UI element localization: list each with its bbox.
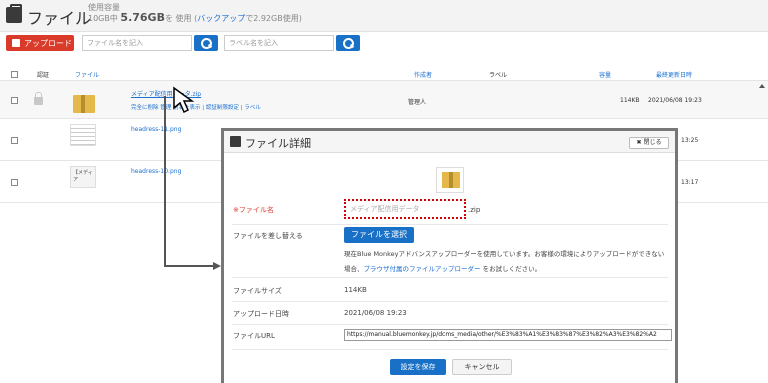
file-thumbnail[interactable]: 【メディア	[70, 166, 96, 188]
updated-cell: 13:25	[681, 137, 699, 144]
uploader-note: 現在Blue Monkeyアドバンスアップローダーを使用しています。お客様の環境…	[344, 247, 669, 277]
updated-cell: 2021/06/08 19:23	[648, 97, 702, 104]
file-detail-modal: ファイル詳細 ✖ 閉じる ※ファイル名 メディア配信用データ .zip ファイル…	[221, 128, 678, 383]
zip-folder-icon[interactable]	[73, 95, 95, 113]
row-checkbox[interactable]	[11, 137, 18, 144]
creator-cell: 管理人	[408, 99, 427, 106]
filename-search-input[interactable]: ファイル名を記入	[82, 35, 192, 51]
select-all-checkbox[interactable]	[11, 71, 18, 78]
label-search-button[interactable]	[336, 35, 360, 51]
divider	[232, 301, 668, 302]
modal-title: ファイル詳細	[245, 137, 311, 150]
browser-uploader-link[interactable]: ブラウザ付属のファイルアップローダー	[364, 265, 481, 273]
modal-header: ファイル詳細 ✖ 閉じる	[224, 131, 675, 153]
col-updated[interactable]: 最終更新日時	[656, 70, 692, 79]
size-cell: 114KB	[620, 97, 640, 104]
upload-label: アップロード	[24, 38, 72, 48]
file-thumbnail[interactable]	[70, 124, 96, 146]
col-file[interactable]: ファイル	[75, 70, 99, 79]
zip-folder-icon	[436, 167, 464, 193]
filename-input[interactable]: メディア配信用データ	[344, 199, 466, 219]
col-size[interactable]: 容量	[599, 70, 611, 79]
usage-value: 5.76GB	[120, 11, 165, 24]
connector-arrow-icon	[213, 262, 221, 270]
divider	[232, 324, 668, 325]
file-url-input[interactable]: https://manual.bluemonkey.jp/dcms_media/…	[344, 329, 672, 341]
upload-button[interactable]: アップロード	[6, 35, 74, 51]
usage-line: 10GB中 5.76GBを 使用 (バックアップで2.92GB使用)	[88, 11, 302, 24]
row-checkbox[interactable]	[11, 179, 18, 186]
usage-prefix: 10GB中	[88, 14, 118, 23]
toolbar: アップロード ファイル名を記入 ラベル名を記入	[0, 32, 768, 54]
size-value: 114KB	[344, 286, 367, 294]
divider	[232, 277, 668, 278]
choose-file-button[interactable]: ファイルを選択	[344, 227, 414, 243]
table-row[interactable]: メディア配信用データ.zip 完全に削除 管理 別名を表示 | 認証制限設定 |…	[0, 81, 768, 119]
divider	[232, 224, 668, 225]
col-label: ラベル	[489, 72, 508, 79]
connector-line	[164, 96, 166, 267]
col-auth[interactable]: 認証	[37, 70, 49, 79]
lock-icon	[34, 92, 43, 105]
scroll-up-arrow[interactable]	[759, 84, 765, 88]
updated-cell: 13:17	[681, 179, 699, 186]
connector-line	[164, 265, 216, 267]
row-checkbox[interactable]	[11, 97, 18, 104]
filename-extension: .zip	[468, 206, 481, 214]
replace-label: ファイルを差し替える	[233, 232, 303, 240]
file-name-link[interactable]: headress-10.png	[131, 168, 181, 175]
size-label: ファイルサイズ	[233, 287, 282, 295]
file-bag-icon	[6, 4, 22, 23]
cancel-button[interactable]: キャンセル	[452, 359, 512, 375]
usage-middle: を 使用 (	[164, 14, 198, 23]
filename-label: ※ファイル名	[233, 206, 274, 214]
save-button[interactable]: 設定を保存	[390, 359, 446, 375]
label-search-input[interactable]: ラベル名を記入	[224, 35, 334, 51]
upload-date-label: アップロード日時	[233, 310, 289, 318]
close-button[interactable]: ✖ 閉じる	[629, 137, 669, 149]
table-header: 認証 ファイル 作成者 ラベル 容量 最終更新日時	[0, 67, 768, 81]
url-label: ファイルURL	[233, 332, 275, 340]
file-name-link[interactable]: headress-11.png	[131, 126, 181, 133]
col-creator[interactable]: 作成者	[414, 70, 432, 79]
usage-suffix: で2.92GB使用)	[245, 14, 302, 23]
page-header: ファイル 使用容量 10GB中 5.76GBを 使用 (バックアップで2.92G…	[0, 0, 768, 32]
close-label: 閉じる	[643, 139, 662, 146]
note-tail: をお試しください。	[482, 265, 542, 273]
thumbnail-text: 【メディア	[73, 170, 93, 183]
upload-date-value: 2021/06/08 19:23	[344, 309, 407, 317]
mouse-cursor-icon	[173, 86, 195, 114]
file-bag-icon	[230, 136, 241, 147]
storage-usage: 使用容量 10GB中 5.76GBを 使用 (バックアップで2.92GB使用)	[88, 3, 302, 24]
filename-search-button[interactable]	[194, 35, 218, 51]
page-title: ファイル	[27, 9, 92, 28]
upload-icon	[12, 39, 20, 47]
divider	[232, 349, 668, 350]
backup-link[interactable]: バックアップ	[197, 14, 245, 23]
